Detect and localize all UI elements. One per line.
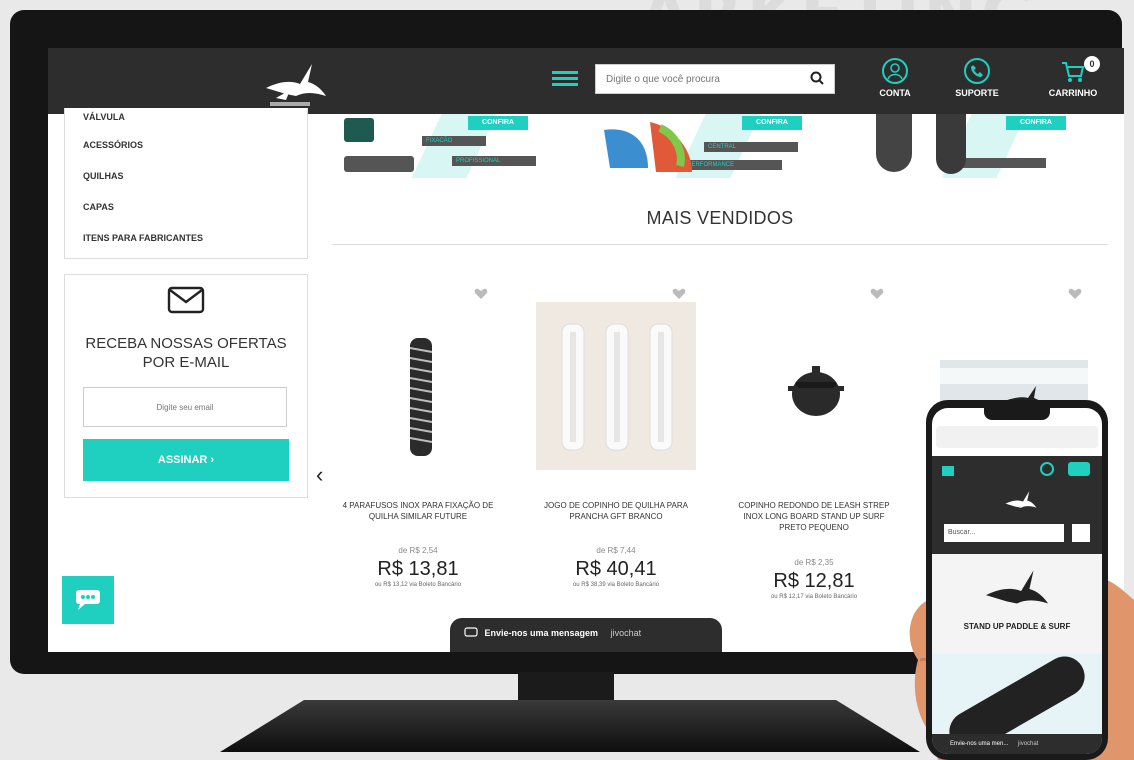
cart-count-badge: 0 xyxy=(1084,56,1100,72)
chat-icon xyxy=(76,590,100,610)
newsletter-box: RECEBA NOSSAS OFERTAS POR E-MAIL ASSINAR… xyxy=(64,274,308,498)
subscribe-button[interactable]: ASSINAR › xyxy=(83,439,289,481)
category-item[interactable]: ITENS PARA FABRICANTES xyxy=(83,223,307,254)
section-title: MAIS VENDIDOS xyxy=(646,208,794,228)
heart-icon[interactable] xyxy=(672,288,686,300)
email-field[interactable] xyxy=(83,387,287,427)
message-icon xyxy=(464,627,478,637)
cart-label: CARRINHO xyxy=(1048,88,1098,98)
hamburger-menu-icon[interactable] xyxy=(552,68,578,90)
banner-covers[interactable]: CONFIRA SURF xyxy=(862,114,1106,178)
phone-user-icon[interactable] xyxy=(1040,462,1054,476)
banner-fins[interactable]: CONFIRA CENTRAL ALTA PERFORMANCE xyxy=(596,114,840,178)
envelope-icon xyxy=(167,286,205,314)
product-old-price: de R$ 2,35 xyxy=(794,558,834,567)
phone-screen: Buscar... STAND UP PADDLE & SURF Envie-n… xyxy=(932,408,1102,754)
account-label: CONTA xyxy=(879,88,911,98)
phone-menu-button[interactable] xyxy=(1072,524,1090,542)
phone-board-image xyxy=(932,654,1102,734)
banner-cta[interactable]: CONFIRA xyxy=(742,116,802,130)
banner-accessories[interactable]: CONFIRA FIXACÃO PROFISSIONAL xyxy=(332,114,576,178)
phone-headline: STAND UP PADDLE & SURF xyxy=(963,622,1071,631)
chat-label: Envie-nos uma mensagem xyxy=(484,628,599,638)
banner-tag: FIXACÃO xyxy=(422,136,486,146)
product-thumbnail xyxy=(936,114,966,174)
heart-icon[interactable] xyxy=(1068,288,1082,300)
product-image[interactable] xyxy=(734,302,894,470)
support-label: SUPORTE xyxy=(955,88,999,98)
product-thumbnail xyxy=(876,114,912,172)
chat-brand: jivochat xyxy=(610,628,642,638)
product-boleto-price: ou R$ 13,12 via Boleto Bancário xyxy=(374,582,462,588)
fin-thumbnail xyxy=(604,122,692,172)
product-boleto-price: ou R$ 38,39 via Boleto Bancário xyxy=(572,582,660,588)
category-item[interactable]: QUILHAS xyxy=(83,161,307,192)
product-price: R$ 13,81 xyxy=(377,558,459,580)
banner-tag: CENTRAL xyxy=(704,142,798,152)
smartphone-mockup: Buscar... STAND UP PADDLE & SURF Envie-n… xyxy=(926,400,1108,760)
product-name[interactable]: COPINHO REDONDO DE LEASH STREP INOX LONG… xyxy=(732,500,896,533)
banner-cta[interactable]: CONFIRA xyxy=(468,116,528,130)
product-boleto-price: ou R$ 12,17 via Boleto Bancário xyxy=(770,594,858,600)
category-item[interactable]: CAPAS xyxy=(83,192,307,223)
phone-chat-bar[interactable]: Envie-nos uma men... jivochat xyxy=(932,734,1102,754)
product-card[interactable]: JOGO DE COPINHO DE QUILHA PARA PRANCHA G… xyxy=(526,284,706,614)
account-link[interactable]: CONTA xyxy=(860,58,930,98)
phone-logo-icon xyxy=(1005,491,1037,508)
product-name[interactable]: 4 PARAFUSOS INOX PARA FIXAÇÃO DE QUILHA … xyxy=(336,500,500,522)
cart-link[interactable]: 0 CARRINHO xyxy=(1038,56,1108,98)
chat-bubble-button[interactable] xyxy=(62,576,114,624)
product-card[interactable]: COPINHO REDONDO DE LEASH STREP INOX LONG… xyxy=(724,284,904,614)
phone-menu-icon[interactable] xyxy=(942,466,954,476)
category-item[interactable]: ACESSÓRIOS xyxy=(83,130,307,161)
product-old-price: de R$ 7,44 xyxy=(596,546,636,555)
phone-icon xyxy=(964,58,990,84)
phone-hero-banner[interactable]: STAND UP PADDLE & SURF xyxy=(932,554,1102,654)
product-card[interactable]: 4 PARAFUSOS INOX PARA FIXAÇÃO DE QUILHA … xyxy=(328,284,508,614)
product-price: R$ 12,81 xyxy=(773,570,855,592)
phone-cart-icon[interactable] xyxy=(1068,462,1090,476)
search-icon[interactable] xyxy=(810,71,824,85)
support-link[interactable]: SUPORTE xyxy=(942,58,1012,98)
phone-url-bar[interactable] xyxy=(936,426,1098,448)
search-input[interactable] xyxy=(604,65,798,93)
heart-icon[interactable] xyxy=(474,288,488,300)
product-price: R$ 40,41 xyxy=(575,558,657,580)
user-icon xyxy=(882,58,908,84)
banner-tag: PROFISSIONAL xyxy=(452,156,536,166)
banner-cta[interactable]: CONFIRA xyxy=(1006,116,1066,130)
carousel-prev-icon[interactable]: ‹ xyxy=(316,462,323,488)
chat-bar[interactable]: Envie-nos uma mensagem jivochat xyxy=(450,618,722,652)
product-old-price: de R$ 2,54 xyxy=(398,546,438,555)
category-item[interactable]: VÁLVULA xyxy=(83,108,307,130)
phone-notch xyxy=(984,408,1050,420)
phone-chat-brand: jivochat xyxy=(1018,741,1039,747)
product-thumbnail xyxy=(344,118,374,142)
product-image[interactable] xyxy=(536,302,696,470)
category-list: VÁLVULA ACESSÓRIOS QUILHAS CAPAS ITENS P… xyxy=(64,108,308,259)
search-box xyxy=(595,64,835,94)
heart-icon[interactable] xyxy=(870,288,884,300)
product-name[interactable]: JOGO DE COPINHO DE QUILHA PARA PRANCHA G… xyxy=(534,500,698,522)
shark-logo-icon[interactable] xyxy=(256,54,336,112)
monitor-stand-base xyxy=(220,700,920,752)
product-image[interactable] xyxy=(338,302,498,470)
phone-hero-logo-icon xyxy=(985,570,1049,604)
product-thumbnail xyxy=(344,156,414,172)
newsletter-title: RECEBA NOSSAS OFERTAS POR E-MAIL xyxy=(85,335,287,371)
cart-icon xyxy=(1062,62,1085,82)
phone-chat-label: Envie-nos uma men... xyxy=(950,741,1009,747)
section-divider xyxy=(332,244,1108,245)
phone-search-input[interactable]: Buscar... xyxy=(944,524,1064,542)
site-header: CONTA SUPORTE 0 CARRINHO xyxy=(48,48,1124,114)
